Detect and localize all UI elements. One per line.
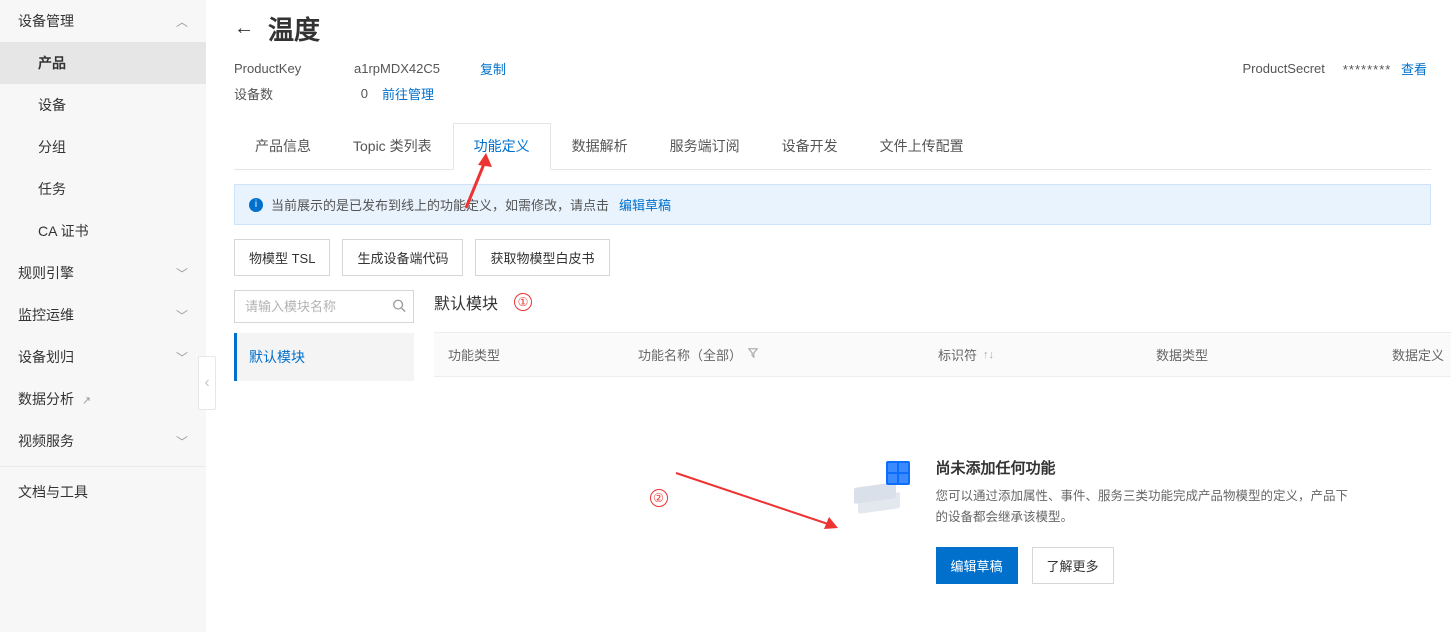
section-title: 默认模块 [434,290,498,314]
search-wrap [234,290,414,323]
module-search-input[interactable] [234,290,414,323]
th-identifier[interactable]: 标识符 ↑↓ [924,333,1142,376]
chevron-down-icon: ﹀ [176,307,188,324]
empty-text: 尚未添加任何功能 您可以通过添加属性、事件、服务三类功能完成产品物模型的定义，产… [936,457,1356,584]
side-group-header-monitor[interactable]: 监控运维 ﹀ [0,294,206,336]
module-list: 默认模块 [234,333,414,381]
info-icon: i [249,198,263,212]
side-group-header-assign[interactable]: 设备划归 ﹀ [0,336,206,378]
page-title: 温度 [268,10,320,47]
product-key-row: ProductKey a1rpMDX42C5 复制 ProductSecret … [234,59,1451,78]
learn-more-button[interactable]: 了解更多 [1032,547,1114,584]
sidebar-item-docs-tools[interactable]: 文档与工具 [0,471,206,513]
tab-device-dev[interactable]: 设备开发 [761,123,859,169]
tab-server-sub[interactable]: 服务端订阅 [649,123,761,169]
header-row: ← 温度 [234,10,1451,47]
notice-text: 当前展示的是已发布到线上的功能定义，如需修改，请点击 [271,195,609,214]
empty-state: ② 尚未添加任何功能 您可以通过添加属性、事件、服务三类功能完成产品物模型的定义… [850,457,1356,584]
table-header: 功能类型 功能名称（全部） 标识符 ↑↓ 数据类型 数据定义 [434,332,1451,377]
back-button[interactable]: ← [234,17,254,40]
section-title-row: 默认模块 ① [434,290,1451,314]
divider [0,466,206,467]
whitepaper-button[interactable]: 获取物模型白皮书 [475,239,609,276]
chevron-left-icon: ‹ [198,356,216,410]
module-column: 默认模块 [234,290,414,632]
tsl-button[interactable]: 物模型 TSL [234,239,330,276]
filter-icon[interactable] [748,348,758,361]
tab-topic-list[interactable]: Topic 类列表 [332,123,453,169]
th-function-name[interactable]: 功能名称（全部） [624,333,924,376]
copy-link[interactable]: 复制 [480,59,506,78]
sort-icon[interactable]: ↑↓ [983,349,994,361]
th-function-type: 功能类型 [434,333,624,376]
sidebar-collapse-handle[interactable]: ‹ [198,356,216,406]
view-secret-link[interactable]: 查看 [1401,62,1427,77]
product-secret-masked: ******** [1343,62,1391,77]
annotation-2-icon: ② [650,489,668,507]
chevron-down-icon: ﹀ [176,265,188,282]
tab-file-upload[interactable]: 文件上传配置 [859,123,985,169]
product-secret-label: ProductSecret [1243,61,1325,76]
annotation-1-icon: ① [514,293,532,311]
side-group: 设备管理 ︿ 产品 设备 分组 任务 CA 证书 [0,0,206,252]
content-grid: 默认模块 默认模块 ① 功能类型 功能名称（全部） 标 [234,290,1451,632]
chevron-down-icon: ﹀ [176,349,188,366]
side-group-label: 视频服务 [18,431,74,451]
sidebar-item-product[interactable]: 产品 [0,42,206,84]
sidebar: 设备管理 ︿ 产品 设备 分组 任务 CA 证书 规则引擎 ﹀ 监控运维 ﹀ 设… [0,0,206,632]
empty-desc: 您可以通过添加属性、事件、服务三类功能完成产品物模型的定义，产品下的设备都会继承… [936,486,1356,529]
side-children: 产品 设备 分组 任务 CA 证书 [0,42,206,252]
product-key-label: ProductKey [234,61,354,76]
th-identifier-label: 标识符 [938,345,977,364]
chevron-down-icon: ﹀ [176,433,188,450]
side-group-header-device-mgmt[interactable]: 设备管理 ︿ [0,0,206,42]
sidebar-item-ca-cert[interactable]: CA 证书 [0,210,206,252]
side-group-header-rules[interactable]: 规则引擎 ﹀ [0,252,206,294]
right-column: 默认模块 ① 功能类型 功能名称（全部） 标识符 ↑↓ 数据类型 [434,290,1451,632]
gen-code-button[interactable]: 生成设备端代码 [342,239,463,276]
action-row: 物模型 TSL 生成设备端代码 获取物模型白皮书 [234,239,1431,276]
side-group-header-video[interactable]: 视频服务 ﹀ [0,420,206,462]
notice-bar: i 当前展示的是已发布到线上的功能定义，如需修改，请点击 编辑草稿 [234,184,1431,225]
edit-draft-button[interactable]: 编辑草稿 [936,547,1018,584]
sidebar-item-task[interactable]: 任务 [0,168,206,210]
module-item-default[interactable]: 默认模块 [234,333,414,381]
tab-product-info[interactable]: 产品信息 [234,123,332,169]
tabs: 产品信息 Topic 类列表 功能定义 数据解析 服务端订阅 设备开发 文件上传… [234,123,1431,170]
side-group-label: 数据分析 [18,391,74,407]
th-function-name-label: 功能名称（全部） [638,345,742,364]
sidebar-item-group[interactable]: 分组 [0,126,206,168]
side-group-header-data-analysis[interactable]: 数据分析 ↗ [0,378,206,420]
side-group-label: 规则引擎 [18,263,74,283]
side-group-label: 设备管理 [18,11,74,31]
side-group-label: 文档与工具 [18,482,88,502]
tab-data-parse[interactable]: 数据解析 [551,123,649,169]
empty-illustration [850,457,910,517]
tab-function-def[interactable]: 功能定义 [453,123,551,170]
device-count-row: 设备数 0 前往管理 [234,84,1451,103]
sidebar-item-device[interactable]: 设备 [0,84,206,126]
notice-edit-draft-link[interactable]: 编辑草稿 [619,195,671,214]
device-manage-link[interactable]: 前往管理 [382,84,434,103]
chevron-up-icon: ︿ [176,13,188,30]
annotation-2: ② [650,463,846,533]
empty-actions: 编辑草稿 了解更多 [936,547,1356,584]
external-link-icon: ↗ [82,395,91,407]
device-count-label: 设备数 [234,84,354,103]
device-count-value: 0 [354,86,368,101]
empty-title: 尚未添加任何功能 [936,457,1356,478]
th-data-def: 数据定义 [1378,333,1451,376]
main-content: ← 温度 ProductKey a1rpMDX42C5 复制 ProductSe… [206,0,1451,632]
side-group-label: 设备划归 [18,347,74,367]
side-group-label: 监控运维 [18,305,74,325]
th-data-type: 数据类型 [1142,333,1378,376]
product-key-value: a1rpMDX42C5 [354,61,474,76]
